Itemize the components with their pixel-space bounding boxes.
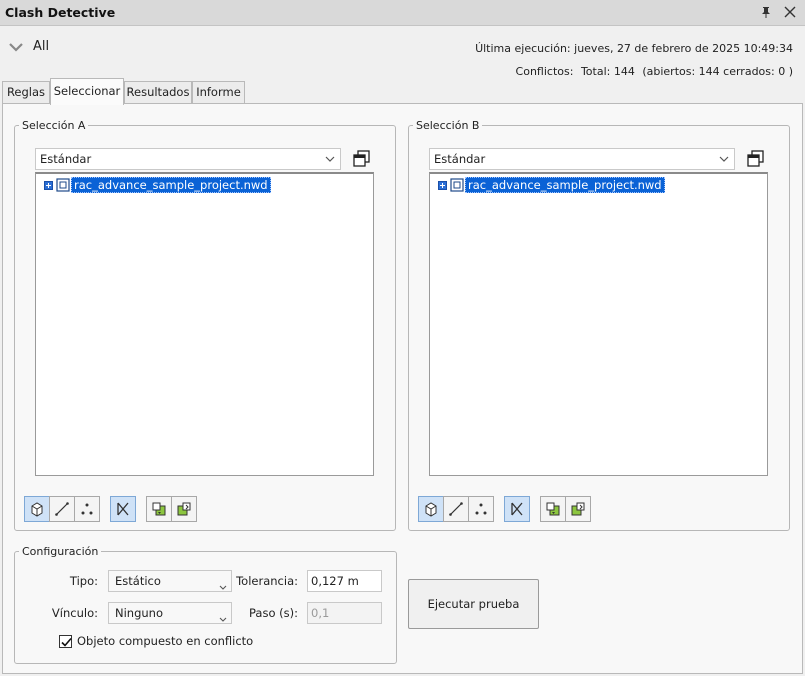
last-run-label: Última ejecución:	[475, 42, 571, 55]
test-header: All Última ejecución: jueves, 27 de febr…	[0, 27, 805, 79]
expand-icon[interactable]	[438, 181, 447, 190]
chevron-down-icon[interactable]	[9, 41, 23, 53]
conflicts-summary: Conflictos: Total: 144 (abiertos: 144 ce…	[512, 65, 793, 78]
expand-icon[interactable]	[44, 181, 53, 190]
last-run-value: jueves, 27 de febrero de 2025 10:49:34	[574, 42, 793, 55]
points-icon[interactable]	[74, 496, 100, 522]
step-label: Paso (s):	[249, 606, 298, 620]
tab-seleccionar[interactable]: Seleccionar	[50, 78, 124, 105]
select-in-scene-icon[interactable]	[565, 496, 591, 522]
file-icon	[56, 178, 70, 192]
selection-a-dropdown[interactable]: Estándar	[35, 148, 341, 170]
composite-label[interactable]: Objeto compuesto en conflicto	[77, 634, 253, 648]
tree-node-label[interactable]: rac_advance_sample_project.nwd	[465, 177, 665, 193]
conflicts-total: Total: 144	[580, 65, 635, 78]
selection-a-title: Selección A	[22, 119, 86, 132]
tolerance-input[interactable]: 0,127 m	[307, 570, 382, 592]
selection-b-dropdown[interactable]: Estándar	[429, 148, 735, 170]
surfaces-icon[interactable]	[24, 496, 50, 522]
type-select-value: Estático	[115, 574, 161, 588]
tab-resultados[interactable]: Resultados	[124, 81, 192, 104]
copy-selection-icon[interactable]	[745, 148, 767, 170]
lines-icon[interactable]	[443, 496, 469, 522]
link-label: Vínculo:	[51, 606, 98, 620]
close-icon[interactable]	[782, 4, 798, 20]
tree-node-label[interactable]: rac_advance_sample_project.nwd	[71, 177, 271, 193]
tab-reglas[interactable]: Reglas	[2, 81, 50, 104]
lines-icon[interactable]	[49, 496, 75, 522]
selection-a-dropdown-value: Estándar	[40, 152, 92, 166]
window-title: Clash Detective	[5, 5, 116, 20]
selection-a-toolbar	[24, 496, 199, 522]
chevron-down-icon	[219, 609, 227, 629]
conflicts-detail: (abiertos: 144 cerrados: 0 )	[642, 65, 793, 78]
selection-b-tree[interactable]: rac_advance_sample_project.nwd	[429, 172, 768, 476]
use-current-selection-icon[interactable]	[540, 496, 566, 522]
check-icon	[61, 637, 72, 647]
self-intersect-icon[interactable]	[110, 496, 136, 522]
test-name[interactable]: All	[33, 39, 49, 54]
copy-selection-icon[interactable]	[351, 148, 373, 170]
selection-b-title: Selección B	[416, 119, 480, 132]
title-bar: Clash Detective	[0, 0, 805, 26]
chevron-down-icon	[325, 155, 335, 163]
surfaces-icon[interactable]	[418, 496, 444, 522]
configuration-title: Configuración	[22, 545, 99, 558]
step-input[interactable]: 0,1	[307, 602, 382, 624]
run-test-button[interactable]: Ejecutar prueba	[408, 579, 539, 629]
chevron-down-icon	[719, 155, 729, 163]
link-select[interactable]: Ninguno	[108, 602, 232, 624]
pin-icon[interactable]	[758, 4, 774, 20]
tab-informe[interactable]: Informe	[192, 81, 245, 104]
file-icon	[450, 178, 464, 192]
select-in-scene-icon[interactable]	[171, 496, 197, 522]
selection-a-tree[interactable]: rac_advance_sample_project.nwd	[35, 172, 374, 476]
use-current-selection-icon[interactable]	[146, 496, 172, 522]
selection-b-dropdown-value: Estándar	[434, 152, 486, 166]
tolerance-label: Tolerancia:	[236, 574, 298, 588]
last-run-info: Última ejecución: jueves, 27 de febrero …	[475, 42, 793, 55]
link-select-value: Ninguno	[115, 606, 163, 620]
type-select[interactable]: Estático	[108, 570, 232, 592]
self-intersect-icon[interactable]	[504, 496, 530, 522]
conflicts-label: Conflictos:	[515, 65, 574, 78]
composite-checkbox[interactable]	[59, 635, 72, 648]
selection-b-toolbar	[418, 496, 593, 522]
chevron-down-icon	[219, 577, 227, 597]
type-label: Tipo:	[69, 574, 98, 588]
points-icon[interactable]	[468, 496, 494, 522]
